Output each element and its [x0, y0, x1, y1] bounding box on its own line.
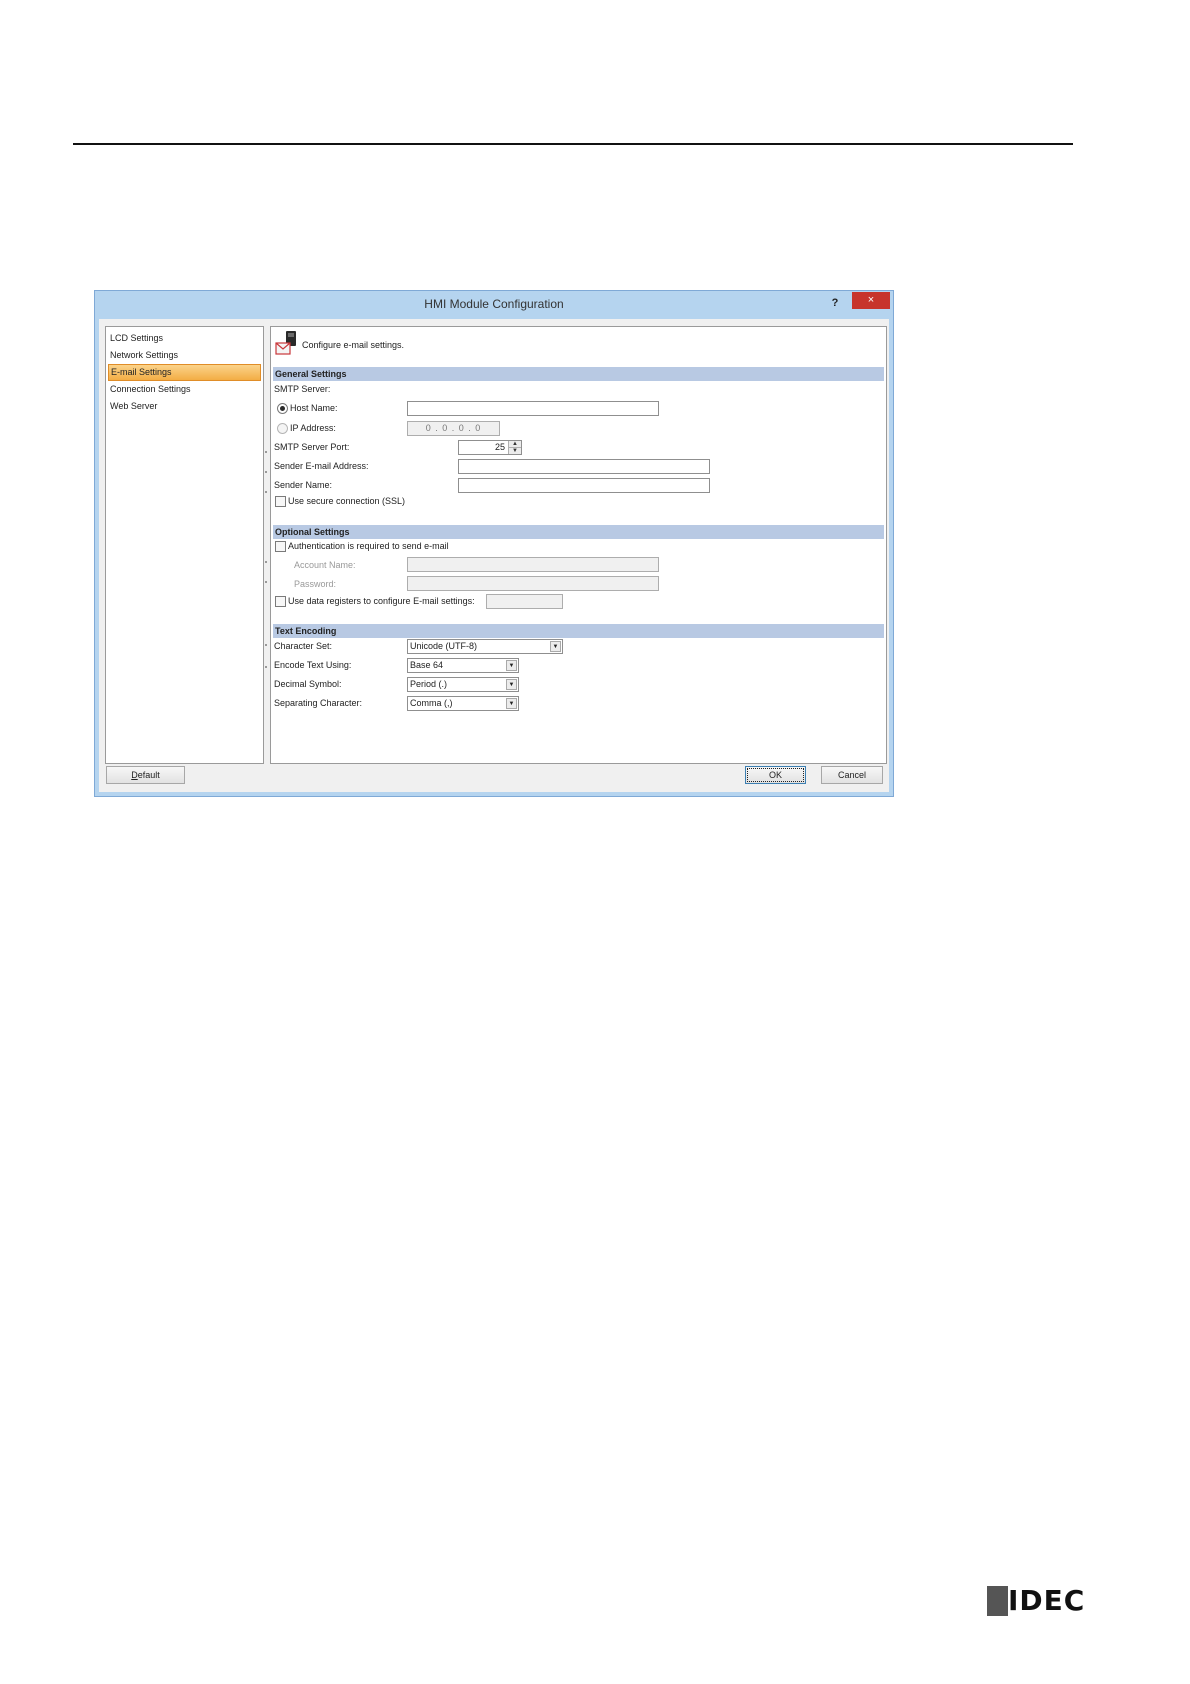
ok-button[interactable]: OK [745, 766, 806, 784]
decimal-symbol-label: Decimal Symbol: [274, 679, 342, 689]
page-top-rule [73, 143, 1073, 145]
separating-character-select[interactable]: Comma (,) ▼ [407, 696, 519, 711]
account-name-label: Account Name: [294, 560, 356, 570]
text-encoding-header: Text Encoding [273, 624, 884, 638]
password-label: Password: [294, 579, 337, 589]
dialog-body: LCD Settings Network Settings E-mail Set… [99, 319, 889, 792]
nav-item-email-settings[interactable]: E-mail Settings [108, 364, 261, 381]
email-settings-pane: Configure e-mail settings. General Setti… [270, 326, 887, 764]
host-name-radio[interactable] [277, 403, 288, 414]
nav-item-connection-settings[interactable]: Connection Settings [108, 381, 261, 398]
data-registers-checkbox[interactable] [275, 596, 286, 607]
chevron-down-icon: ▼ [506, 660, 517, 671]
ssl-checkbox[interactable] [275, 496, 286, 507]
smtp-port-value: 25 [494, 442, 505, 452]
ip-address-radio[interactable] [277, 423, 288, 434]
general-settings-header: General Settings [273, 367, 884, 381]
pane-splitter[interactable] [265, 326, 268, 764]
decimal-symbol-value: Period (.) [410, 679, 448, 689]
close-button[interactable]: × [852, 292, 890, 309]
separating-character-label: Separating Character: [274, 698, 363, 708]
chevron-down-icon: ▼ [506, 679, 517, 690]
account-name-input[interactable] [407, 557, 659, 572]
optional-settings-header: Optional Settings [273, 525, 884, 539]
sender-name-input[interactable] [458, 478, 710, 493]
password-input[interactable] [407, 576, 659, 591]
help-button[interactable]: ? [825, 294, 845, 312]
auth-required-label: Authentication is required to send e-mai… [288, 541, 449, 551]
logo-mark [987, 1586, 1008, 1616]
hmi-module-configuration-dialog: HMI Module Configuration ? × LCD Setting… [94, 290, 894, 797]
nav-item-lcd-settings[interactable]: LCD Settings [108, 330, 261, 347]
sender-email-label: Sender E-mail Address: [274, 461, 369, 471]
dialog-title: HMI Module Configuration [424, 297, 564, 311]
settings-nav-list: LCD Settings Network Settings E-mail Set… [105, 326, 264, 764]
host-name-input[interactable] [407, 401, 659, 416]
separating-character-value: Comma (,) [410, 698, 453, 708]
sender-email-input[interactable] [458, 459, 710, 474]
encode-text-label: Encode Text Using: [274, 660, 352, 670]
cancel-button[interactable]: Cancel [821, 766, 883, 784]
logo-text: IDEC [1008, 1584, 1086, 1617]
data-registers-label: Use data registers to configure E-mail s… [288, 596, 475, 606]
idec-logo: IDEC [987, 1584, 1084, 1617]
smtp-port-spin-buttons: ▲ ▼ [508, 441, 521, 454]
nav-item-network-settings[interactable]: Network Settings [108, 347, 261, 364]
chevron-down-icon: ▼ [506, 698, 517, 709]
decimal-symbol-select[interactable]: Period (.) ▼ [407, 677, 519, 692]
ssl-label: Use secure connection (SSL) [288, 496, 406, 506]
encode-text-value: Base 64 [410, 660, 444, 670]
email-settings-icon [275, 331, 296, 355]
smtp-port-label: SMTP Server Port: [274, 442, 350, 452]
ip-address-label: IP Address: [290, 423, 336, 433]
auth-required-checkbox[interactable] [275, 541, 286, 552]
pane-description: Configure e-mail settings. [302, 340, 405, 350]
spin-down-icon[interactable]: ▼ [509, 447, 521, 454]
character-set-value: Unicode (UTF-8) [410, 641, 478, 651]
nav-item-web-server[interactable]: Web Server [108, 398, 261, 415]
encode-text-select[interactable]: Base 64 ▼ [407, 658, 519, 673]
data-registers-input[interactable] [486, 594, 563, 609]
chevron-down-icon: ▼ [550, 641, 561, 652]
smtp-port-stepper[interactable]: 25 ▲ ▼ [458, 440, 522, 455]
host-name-label: Host Name: [290, 403, 338, 413]
character-set-select[interactable]: Unicode (UTF-8) ▼ [407, 639, 563, 654]
title-bar: HMI Module Configuration ? × [95, 291, 893, 319]
default-button[interactable]: Default [106, 766, 185, 784]
smtp-server-label: SMTP Server: [274, 384, 331, 394]
character-set-label: Character Set: [274, 641, 333, 651]
sender-name-label: Sender Name: [274, 480, 333, 490]
ip-address-input[interactable]: 0 . 0 . 0 . 0 [407, 421, 500, 436]
